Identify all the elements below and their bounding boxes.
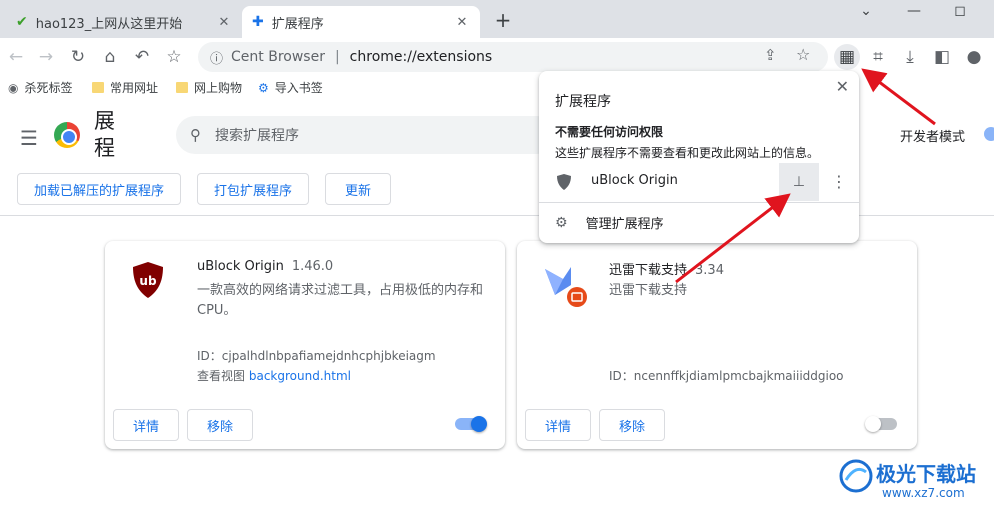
extension-version: 3.34 [695,263,724,278]
manage-extensions-item[interactable]: ⚙ 管理扩展程序 [555,213,664,233]
info-icon[interactable]: ⓘ [210,48,223,67]
globe-icon: ◉ [8,80,19,95]
hao123-favicon-icon: ✔ [16,14,28,30]
extension-id: ID：ncennffkjdiamlpmcbajkmaiiiddgioo [609,369,844,383]
remove-button[interactable]: 移除 [599,409,665,441]
minimize-button[interactable]: — [894,0,934,22]
close-icon[interactable]: ✕ [216,15,232,30]
crop-icon[interactable]: ⌗ [866,45,890,69]
puzzle-icon: ✚ [252,14,264,30]
details-button[interactable]: 详情 [113,409,179,441]
tab-title: 扩展程序 [271,16,324,32]
update-button[interactable]: 更新 [325,173,391,205]
home-icon[interactable]: ⌂ [98,45,122,69]
bookmark-label: 网上购物 [194,81,243,95]
bookmark-folder[interactable]: 网上购物 [176,79,242,96]
extension-name: 迅雷下载支持 [609,263,688,278]
menu-icon[interactable]: ☰ [20,126,38,150]
download-icon[interactable]: ⤓ [898,45,922,69]
popup-section-subtitle: 这些扩展程序不需要查看和更改此网站上的信息。 [555,146,820,160]
more-options-icon[interactable]: ⋮ [831,172,847,191]
enable-toggle[interactable] [865,416,899,432]
search-icon: ⚲ [190,126,201,144]
undo-close-icon[interactable]: ↶ [130,45,154,69]
xunlei-bird-icon [545,267,587,307]
search-placeholder: 搜索扩展程序 [215,128,299,144]
inspect-views-label: 查看视图 [197,369,246,383]
enable-toggle[interactable] [455,416,487,432]
watermark-site: www.xz7.com [882,486,965,500]
tab-search-chevron-icon[interactable]: ⌄ [846,0,886,22]
restore-button[interactable]: ◻ [940,0,980,22]
forward-icon[interactable]: → [34,45,58,69]
tab-strip: ✔ hao123_上网从这里开始 ✕ ✚ 扩展程序 ✕ + ⌄ — ◻ [0,0,994,38]
new-tab-button[interactable]: + [492,8,514,32]
popup-extension-item[interactable]: uBlock Origin ⊥ ⋮ [539,163,859,201]
extension-name-line: uBlock Origin 1.46.0 [197,259,333,274]
close-icon[interactable]: ✕ [836,77,849,96]
omnibox-url: chrome://extensions [349,49,493,65]
folder-icon [176,82,188,93]
bookmark-import[interactable]: ⚙ 导入书签 [258,79,323,96]
star-icon[interactable]: ☆ [796,45,810,64]
extension-id: ID：cjpalhdlnbpafiamejdnhcphjbkeiagm [197,349,436,363]
bookmark-folder[interactable]: 常用网址 [92,79,158,96]
reload-icon[interactable]: ↻ [66,45,90,69]
omnibox-separator: | [334,49,340,65]
back-icon[interactable]: ← [4,45,28,69]
inspect-views: 查看视图 background.html [197,367,351,384]
load-unpacked-button[interactable]: 加载已解压的扩展程序 [17,173,181,205]
tab-title: hao123_上网从这里开始 [35,16,183,32]
extension-card-ublock: ub uBlock Origin 1.46.0 一款高效的网络请求过滤工具，占用极… [105,241,505,449]
side-panel-icon[interactable]: ◧ [930,45,954,69]
watermark-brand: 极光下载站 [876,462,976,486]
manage-extensions-label: 管理扩展程序 [585,217,664,232]
page-title: 展程 [94,109,115,160]
pack-extension-button[interactable]: 打包扩展程序 [197,173,309,205]
bookmark-label: 常用网址 [110,81,159,95]
share-icon[interactable]: ⇪ [764,46,777,64]
popup-title: 扩展程序 [555,94,611,110]
bookmark-label: 杀死标签 [24,81,73,95]
developer-mode-toggle[interactable] [984,127,994,141]
close-icon[interactable]: ✕ [454,15,470,30]
extension-name-line: 迅雷下载支持 3.34 [609,259,724,278]
extensions-puzzle-icon[interactable]: ▦ [834,44,860,70]
gear-icon: ⚙ [555,214,568,231]
bookmark-label: 导入书签 [274,81,323,95]
tab-extensions[interactable]: ✚ 扩展程序 ✕ [242,6,480,38]
address-bar[interactable]: ⓘ Cent Browser | chrome://extensions ⇪ ☆ [198,42,828,72]
folder-icon [92,82,104,93]
divider [539,202,859,203]
ublock-shield-icon [557,174,571,190]
tab-hao123[interactable]: ✔ hao123_上网从这里开始 ✕ [6,6,242,38]
details-button[interactable]: 详情 [525,409,591,441]
popup-section-title: 不需要任何访问权限 [555,125,664,139]
extension-name: uBlock Origin [197,259,284,274]
gear-icon: ⚙ [258,80,269,95]
pin-icon[interactable]: ⊥ [779,163,819,201]
watermark-logo-icon [839,459,873,493]
bookmark-item[interactable]: ◉ 杀死标签 [8,79,73,96]
extension-version: 1.46.0 [291,259,334,274]
extension-card-xunlei: 迅雷下载支持 3.34 迅雷下载支持 ID：ncennffkjdiamlpmcba… [517,241,917,449]
developer-mode-label: 开发者模式 [900,130,966,145]
bookmark-star-icon[interactable]: ☆ [162,45,186,69]
search-input[interactable]: ⚲ 搜索扩展程序 [176,116,556,154]
omnibox-site-label: Cent Browser [231,49,325,65]
extension-description: 迅雷下载支持 [609,283,688,298]
profile-icon[interactable]: ● [962,45,986,69]
chrome-logo-icon [54,122,80,148]
ublock-shield-icon: ub [133,262,163,298]
extensions-menu-popup: 扩展程序 ✕ 不需要任何访问权限 这些扩展程序不需要查看和更改此网站上的信息。 … [539,71,859,243]
extension-description: 一款高效的网络请求过滤工具，占用极低的内存和CPU。 [197,283,484,318]
background-page-link[interactable]: background.html [249,369,351,383]
svg-text:ub: ub [139,274,157,288]
remove-button[interactable]: 移除 [187,409,253,441]
popup-extension-name: uBlock Origin [591,173,678,188]
